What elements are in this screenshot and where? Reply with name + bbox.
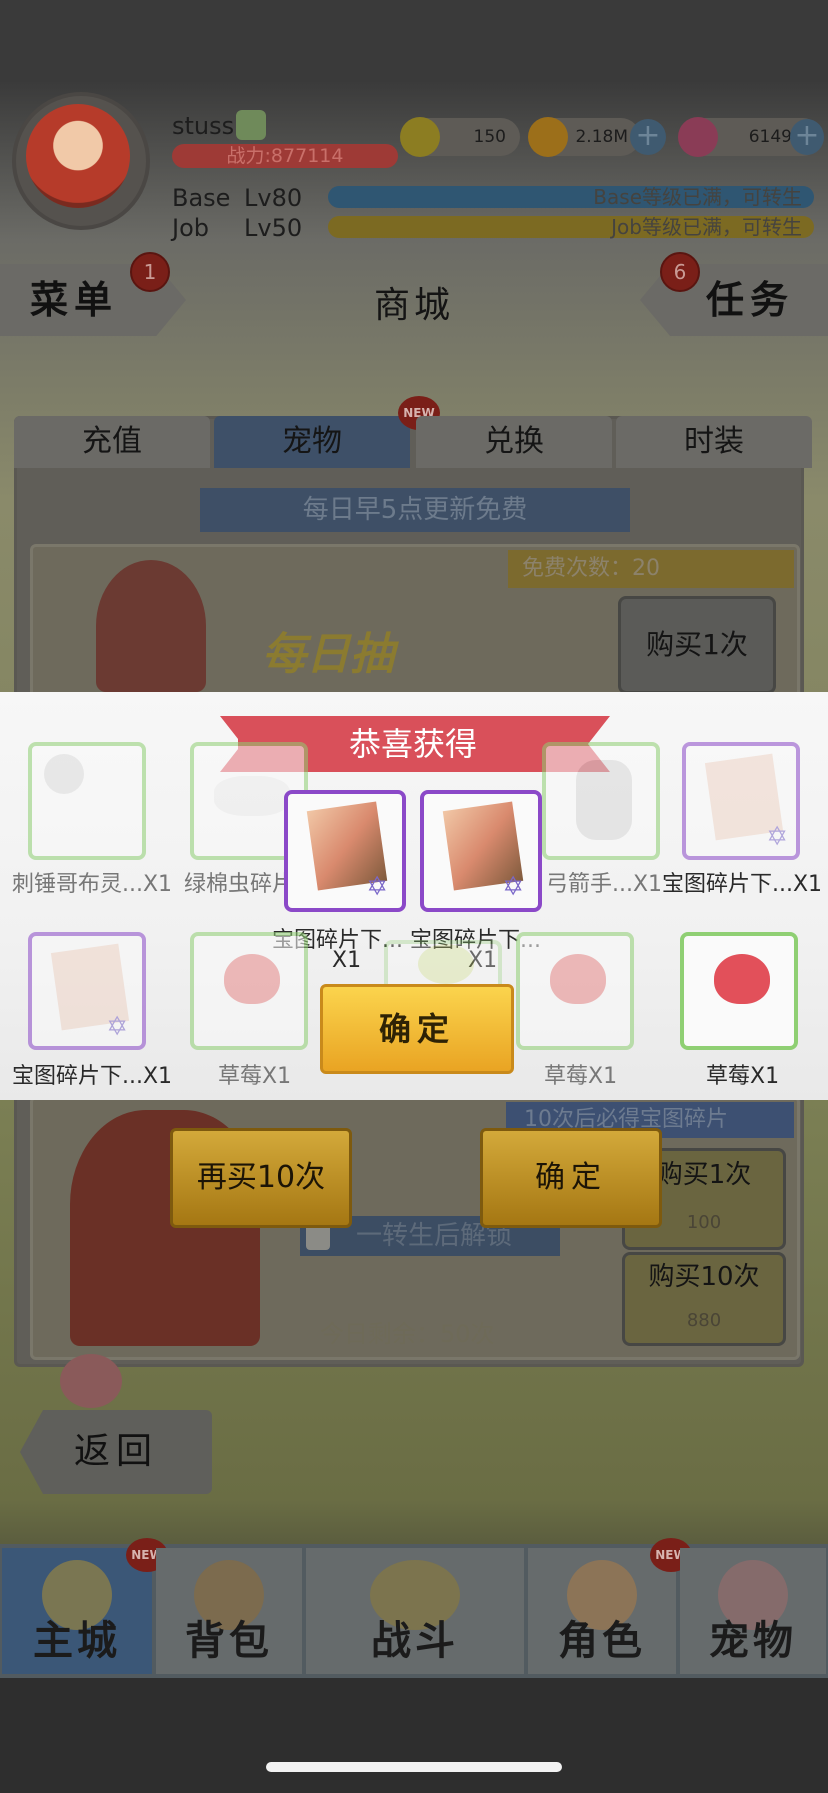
- tab-costume[interactable]: 时装: [616, 416, 812, 468]
- buy-ten-label: 购买10次: [648, 1262, 760, 1292]
- leaf-rank-icon: [236, 110, 266, 140]
- daily-draw-character: [96, 560, 206, 692]
- star-icon: ✡: [766, 822, 788, 852]
- buy-ten-button[interactable]: 购买10次 880: [622, 1252, 786, 1346]
- nav-battle-label: 战斗: [371, 1618, 459, 1664]
- player-name: stuss: [172, 112, 235, 140]
- job-exp-bar: Job等级已满，可转生: [328, 216, 814, 238]
- star-icon: ✡: [366, 872, 388, 902]
- reward-label-map-right: 宝图碎片下...X1: [662, 872, 823, 897]
- poring-mascot-icon: [60, 1354, 122, 1408]
- star-icon: ✡: [502, 872, 524, 902]
- price-ten: 880: [686, 1310, 722, 1331]
- tasks-label: 任务: [706, 278, 795, 322]
- tasks-badge: 6: [660, 252, 700, 292]
- nav-backpack-label: 背包: [185, 1618, 273, 1664]
- add-diamond-button[interactable]: +: [790, 119, 824, 155]
- apple-icon: [418, 944, 474, 984]
- reward-label-strawberry-1: 草莓X1: [218, 1064, 292, 1089]
- reward-item-strawberry-2[interactable]: [516, 932, 634, 1050]
- menu-badge: 1: [130, 252, 170, 292]
- tab-recharge[interactable]: 充值: [14, 416, 210, 468]
- nav-battle[interactable]: 战斗: [306, 1548, 524, 1674]
- reward-label-caterpillar: 绿棉虫碎片: [184, 872, 295, 897]
- strawberry-icon: [714, 954, 770, 1004]
- gold-coin-icon: [528, 117, 568, 157]
- archer-card-icon: [576, 760, 632, 840]
- base-label: Base: [172, 184, 231, 212]
- base-level: Lv80: [244, 184, 303, 212]
- diamond-icon: [678, 117, 718, 157]
- page-title: 商城: [374, 285, 455, 326]
- reward-item-strawberry-3[interactable]: [680, 932, 798, 1050]
- reward-item-map-right[interactable]: ✡: [682, 742, 800, 860]
- featured-item-2[interactable]: ✡: [420, 790, 542, 912]
- reward-item-archer[interactable]: [542, 742, 660, 860]
- buy-again-button[interactable]: 再买10次: [170, 1128, 352, 1228]
- free-count: 免费次数：20: [508, 550, 794, 588]
- nav-main-city-label: 主城: [33, 1618, 121, 1664]
- nav-character-label: 角色: [558, 1618, 646, 1664]
- add-gold-button[interactable]: +: [630, 119, 666, 155]
- back-button[interactable]: 返回: [20, 1410, 212, 1494]
- nav-character[interactable]: 角色: [528, 1548, 676, 1674]
- featured-count-1: X1: [332, 948, 362, 973]
- goblin-card-icon: [44, 754, 84, 794]
- remaining-today: 今日剩余：50次: [320, 1320, 495, 1348]
- star-icon: ✡: [106, 1012, 128, 1042]
- featured-item-1[interactable]: ✡: [284, 790, 406, 912]
- avatar[interactable]: [26, 104, 130, 208]
- combat-power: 战力:877114: [172, 144, 398, 168]
- refresh-notice: 每日早5点更新免费: [200, 488, 630, 532]
- nav-main-city[interactable]: 主城: [2, 1548, 152, 1674]
- zeny-coin-icon: [400, 117, 440, 157]
- strawberry-icon: [224, 954, 280, 1004]
- nav-backpack[interactable]: 背包: [156, 1548, 302, 1674]
- tab-pets[interactable]: 宠物: [214, 416, 410, 468]
- strawberry-icon: [550, 954, 606, 1004]
- reward-label-archer: 弓箭手...X1: [546, 872, 663, 897]
- base-exp-bar: Base等级已满，可转生: [328, 186, 814, 208]
- daily-draw-title: 每日抽: [262, 629, 394, 680]
- reward-item-goblin[interactable]: [28, 742, 146, 860]
- reward-label-strawberry-3: 草莓X1: [706, 1064, 780, 1089]
- game-screen: stuss 战力:877114 150 2.18M + 6149 + Base …: [0, 0, 828, 1793]
- reward-item-map-left[interactable]: ✡: [28, 932, 146, 1050]
- reward-label-goblin: 刺锤哥布灵...X1: [12, 872, 173, 897]
- job-label: Job: [172, 214, 209, 242]
- nav-pets-label: 宠物: [709, 1618, 797, 1664]
- home-indicator[interactable]: [266, 1762, 562, 1772]
- menu-label: 菜单: [30, 278, 119, 322]
- reward-label-strawberry-2: 草莓X1: [544, 1064, 618, 1089]
- confirm-bottom-button[interactable]: 确定: [480, 1128, 662, 1228]
- reward-item-strawberry-1[interactable]: [190, 932, 308, 1050]
- nav-pets[interactable]: 宠物: [680, 1548, 826, 1674]
- green-caterpillar-icon: [214, 776, 290, 816]
- reward-label-map-left: 宝图碎片下...X1: [12, 1064, 173, 1089]
- job-level: Lv50: [244, 214, 303, 242]
- tab-exchange[interactable]: 兑换: [416, 416, 612, 468]
- confirm-button[interactable]: 确定: [320, 984, 514, 1074]
- buy-once-button[interactable]: 购买1次: [618, 596, 776, 694]
